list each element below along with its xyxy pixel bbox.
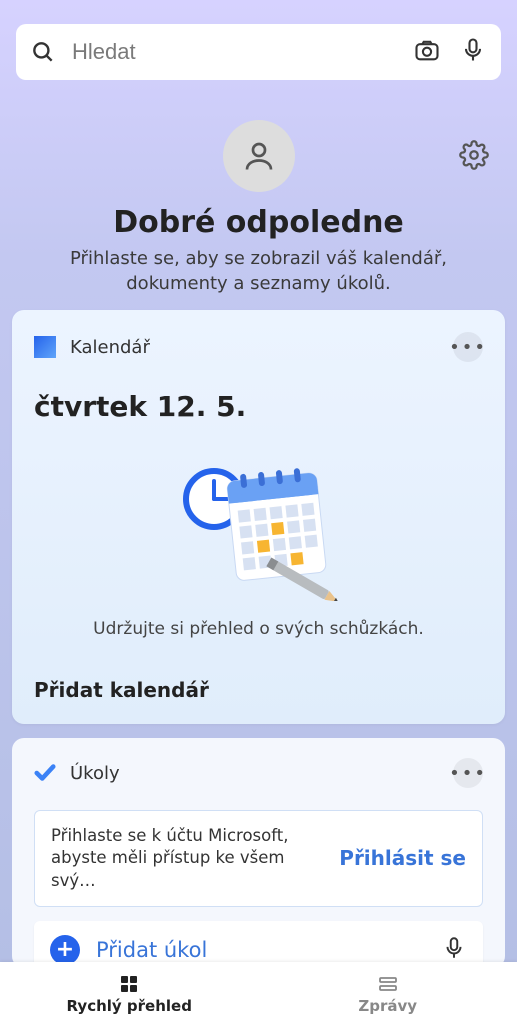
calendar-tagline: Udržujte si přehled o svých schůzkách. xyxy=(34,619,483,639)
nav-glance[interactable]: Rychlý přehled xyxy=(0,962,259,1024)
signin-prompt: Přihlaste se k účtu Microsoft, abyste mě… xyxy=(34,810,483,907)
nav-news[interactable]: Zprávy xyxy=(259,962,517,1024)
add-task-mic-icon[interactable] xyxy=(441,935,467,965)
grid-icon xyxy=(117,972,141,996)
search-icon xyxy=(30,39,56,65)
add-task-row[interactable]: + Přidat úkol xyxy=(34,921,483,968)
bottom-nav: Rychlý přehled Zprávy xyxy=(0,962,517,1024)
tasks-card-title: Úkoly xyxy=(70,763,120,784)
tasks-card: Úkoly ••• Přihlaste se k účtu Microsoft,… xyxy=(12,738,505,968)
todo-app-icon xyxy=(34,762,56,784)
calendar-more-button[interactable]: ••• xyxy=(453,332,483,362)
greeting-title: Dobré odpoledne xyxy=(0,205,517,240)
calendar-card-title: Kalendář xyxy=(70,337,150,358)
calendar-card: Kalendář ••• čtvrtek 12. 5. xyxy=(12,310,505,724)
signin-button[interactable]: Přihlásit se xyxy=(339,846,466,870)
greeting-block: Dobré odpoledne Přihlaste se, aby se zob… xyxy=(0,205,517,296)
signin-text: Přihlaste se k účtu Microsoft, abyste mě… xyxy=(51,825,327,892)
mic-icon[interactable] xyxy=(459,36,487,68)
add-task-label: Přidat úkol xyxy=(96,938,425,962)
calendar-illustration xyxy=(174,451,344,601)
calendar-app-icon xyxy=(34,336,56,358)
camera-icon[interactable] xyxy=(413,36,441,68)
search-bar[interactable] xyxy=(16,24,501,80)
settings-icon[interactable] xyxy=(459,140,489,170)
greeting-subtitle: Přihlaste se, aby se zobrazil váš kalend… xyxy=(0,246,517,296)
plus-icon: + xyxy=(50,935,80,965)
add-calendar-link[interactable]: Přidat kalendář xyxy=(34,678,209,702)
calendar-date: čtvrtek 12. 5. xyxy=(34,390,483,423)
search-input[interactable] xyxy=(72,39,413,65)
news-icon xyxy=(376,972,400,996)
nav-glance-label: Rychlý přehled xyxy=(67,997,192,1015)
tasks-more-button[interactable]: ••• xyxy=(453,758,483,788)
person-icon xyxy=(241,138,277,174)
nav-news-label: Zprávy xyxy=(358,997,417,1015)
avatar[interactable] xyxy=(223,120,295,192)
